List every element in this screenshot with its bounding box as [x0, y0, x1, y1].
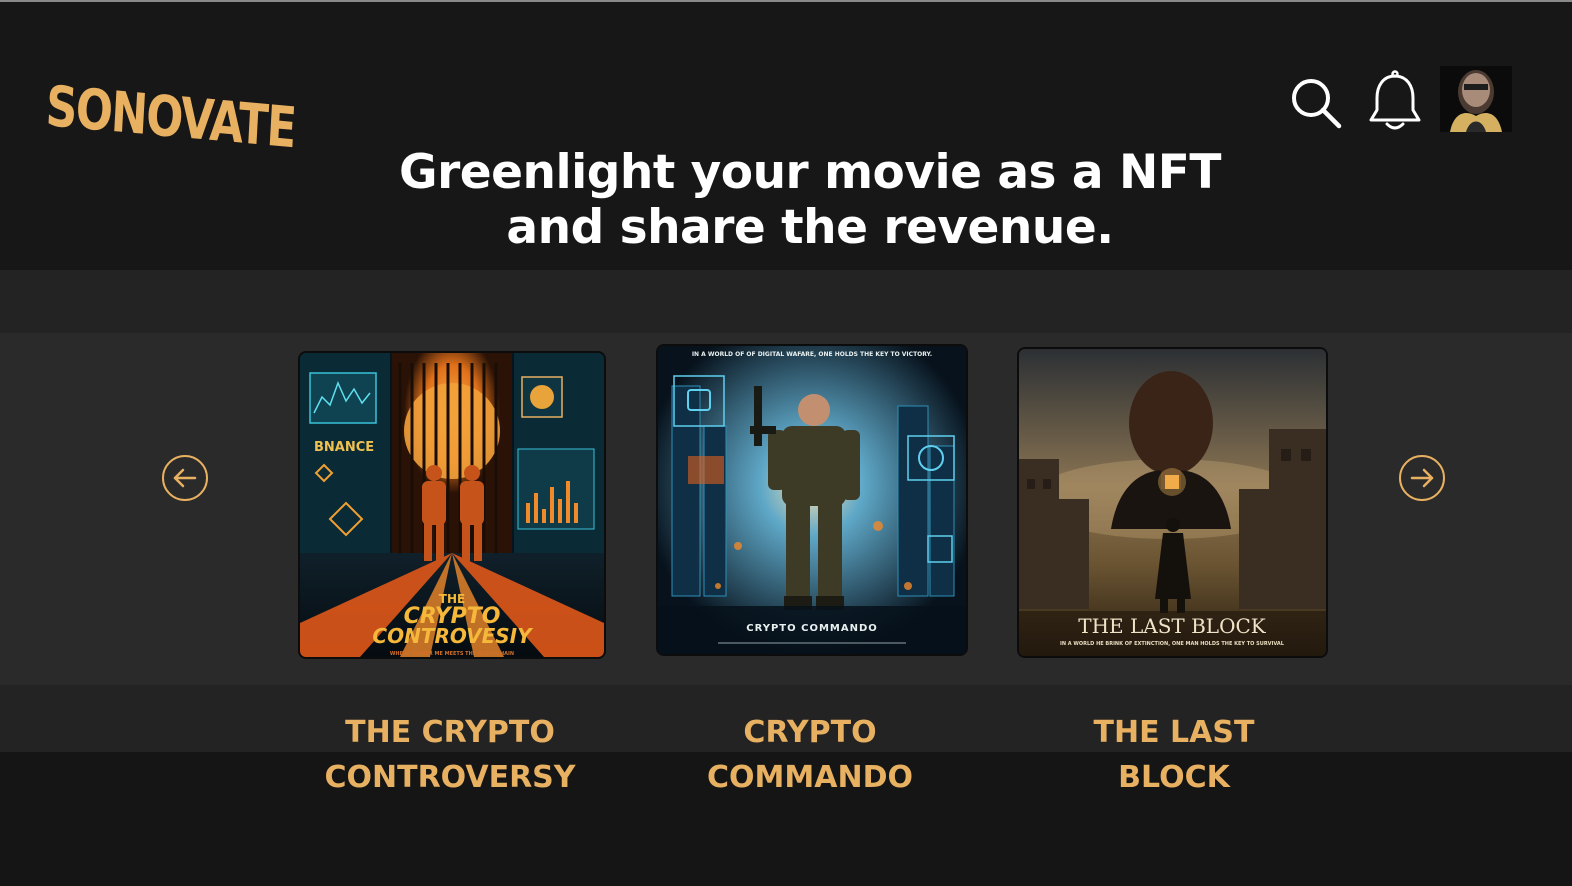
movie-poster-crypto-commando[interactable]: IN A WORLD OF OF DIGITAL WAFARE, ONE HOL…	[658, 346, 966, 654]
poster-title: THE LAST BLOCK	[1078, 614, 1267, 638]
poster-title: CRYPTO COMMANDO	[746, 623, 878, 634]
movie-title-the-last-block[interactable]: THE LAST BLOCK	[1004, 710, 1344, 800]
poster-tagline: IN A WORLD HE BRINK OF EXTINCTION, ONE M…	[1060, 641, 1285, 647]
page: SONOVATE Greenlight your movie as a NFT …	[0, 0, 1572, 886]
headline-line-1: Greenlight your movie as a NFT	[399, 145, 1221, 200]
poster-tagline: IN A WORLD OF OF DIGITAL WAFARE, ONE HOL…	[692, 351, 932, 358]
poster-tagline: WHERE POWER ME MEETS THE BLOCKCHAIN	[390, 651, 514, 657]
bell-icon[interactable]	[1365, 70, 1425, 132]
movie-title-crypto-controversy[interactable]: THE CRYPTO CONTROVERSY	[280, 710, 620, 800]
arrow-right-circle-icon	[1410, 468, 1434, 488]
movie-title-line-2: BLOCK	[1118, 760, 1230, 795]
headline-line-2: and share the revenue.	[506, 200, 1114, 255]
movie-title-line-2: CONTROVERSY	[324, 760, 576, 795]
movie-title-line-1: CRYPTO	[743, 715, 877, 750]
movie-title-line-1: THE CRYPTO	[345, 715, 555, 750]
brand-logo[interactable]: SONOVATE	[44, 74, 296, 161]
movie-title-line-2: COMMANDO	[707, 760, 913, 795]
carousel-prev-button[interactable]	[162, 455, 208, 501]
carousel-next-button[interactable]	[1399, 455, 1445, 501]
movie-title-crypto-commando[interactable]: CRYPTO COMMANDO	[640, 710, 980, 800]
poster-title-line-3: CONTROVESIY	[372, 624, 534, 648]
poster-logo-text: BNANCE	[314, 440, 374, 455]
movie-poster-the-last-block[interactable]: THE LAST BLOCK IN A WORLD HE BRINK OF EX…	[1019, 349, 1326, 656]
arrow-left-circle-icon	[173, 468, 197, 488]
user-avatar[interactable]	[1440, 66, 1512, 132]
movie-title-line-1: THE LAST	[1093, 715, 1255, 750]
hero-headline: Greenlight your movie as a NFT and share…	[300, 145, 1320, 255]
movie-poster-crypto-controversy[interactable]: BNANCE THE CRYPTO CONTROVESIY WHERE POWE…	[300, 353, 604, 657]
search-icon[interactable]	[1287, 74, 1345, 132]
